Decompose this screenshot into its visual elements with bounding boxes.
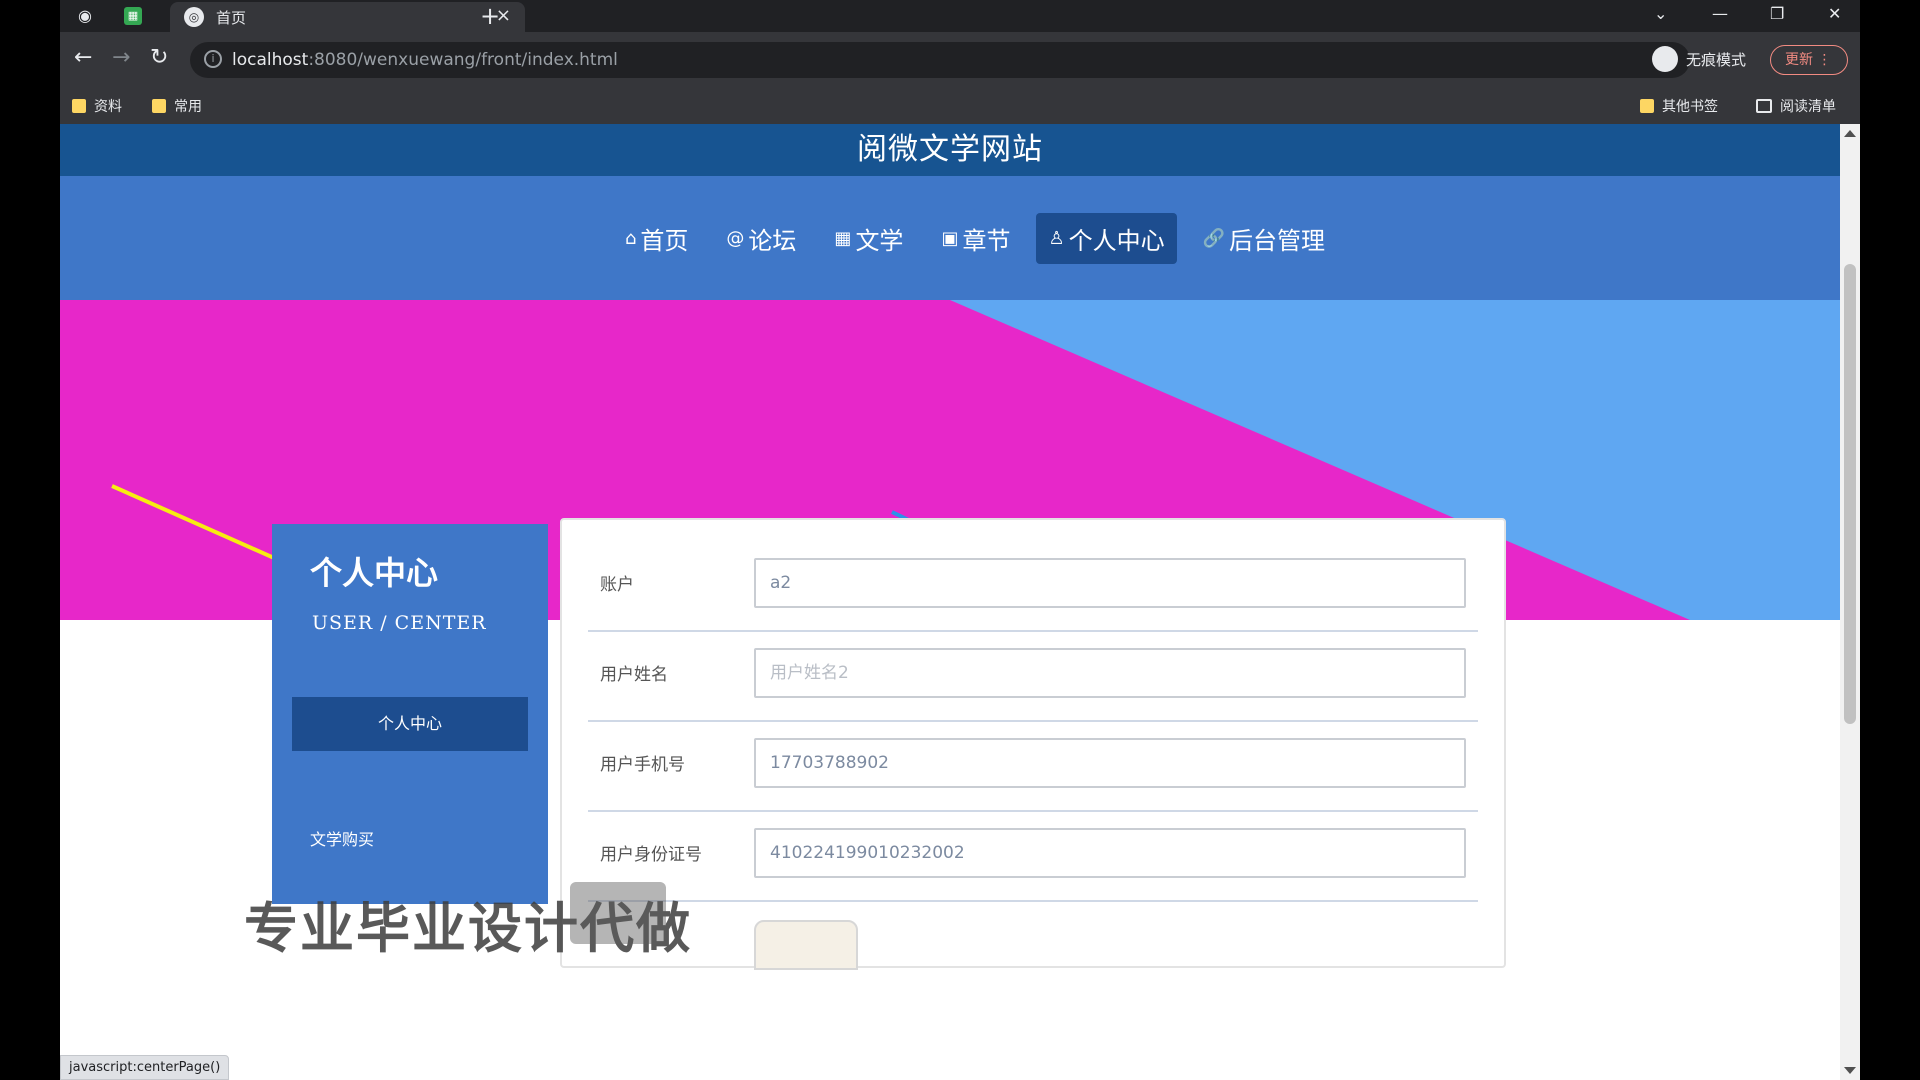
active-tab[interactable]: ◎ 首页 × [170, 2, 525, 32]
username-input[interactable]: 用户姓名2 [754, 648, 1466, 698]
bookmark-folder[interactable]: 资料 [72, 96, 122, 116]
field-label: 用户姓名 [600, 665, 668, 685]
incognito-icon [1652, 46, 1678, 72]
update-label: 更新 [1785, 52, 1813, 68]
tab-search-icon[interactable]: ⌄ [1654, 4, 1667, 23]
nav-label: 章节 [962, 226, 1011, 255]
status-bar: javascript:centerPage() [60, 1055, 230, 1080]
profile-form: 账户 a2 用户姓名 用户姓名2 用户手机号 17703788902 用户身份证… [560, 518, 1506, 970]
scroll-down-icon[interactable] [1844, 1067, 1856, 1074]
bookmark-folder[interactable]: 常用 [152, 96, 202, 116]
page-scrollbar[interactable] [1840, 124, 1860, 1080]
panel-subtitle: USER / CENTER [312, 612, 487, 634]
folder-icon [152, 99, 166, 113]
folder-icon [72, 99, 86, 113]
panel-title: 个人中心 [310, 554, 439, 592]
reading-list-label: 阅读清单 [1780, 99, 1836, 115]
nav-label: 个人中心 [1068, 226, 1165, 255]
bookmark-label: 常用 [174, 99, 202, 115]
browser-chrome: ◉ ▦ ◎ 首页 × + ⌄ — ❐ ✕ ← → ↻ i localhost:8… [60, 0, 1860, 124]
user-center-panel: 个人中心 USER / CENTER 个人中心 文学购买 [272, 524, 548, 904]
other-bookmarks[interactable]: 其他书签 [1640, 96, 1718, 116]
home-icon: ⌂ [624, 227, 637, 249]
user-icon: ♙ [1048, 227, 1065, 249]
link-icon: 🔗 [1202, 227, 1226, 249]
nav-admin[interactable]: 🔗 后台管理 [1191, 213, 1337, 264]
browser-toolbar: ← → ↻ i localhost:8080/wenxuewang/front/… [60, 32, 1860, 88]
info-icon[interactable]: i [204, 50, 222, 68]
tab-bar: ◉ ▦ ◎ 首页 × + ⌄ — ❐ ✕ [60, 0, 1860, 32]
reading-list-icon [1756, 99, 1772, 113]
field-label: 账户 [600, 575, 634, 595]
bookmarks-bar: 资料 常用 其他书签 阅读清单 [60, 88, 1860, 124]
image-icon: ▣ [941, 227, 959, 249]
nav-home[interactable]: ⌂ 首页 [613, 213, 700, 264]
account-input[interactable]: a2 [754, 558, 1466, 608]
scroll-up-icon[interactable] [1844, 130, 1856, 137]
nav-label: 文学 [855, 226, 904, 255]
back-icon[interactable]: ← [74, 44, 92, 72]
browser-menu-icon[interactable]: ◉ [74, 5, 96, 27]
globe-icon: ◎ [184, 7, 204, 27]
form-row-username: 用户姓名 用户姓名2 [588, 632, 1478, 722]
form-row-idcard: 用户身份证号 410224199010232002 [588, 812, 1478, 902]
id-card-input[interactable]: 410224199010232002 [754, 828, 1466, 878]
minimize-icon[interactable]: — [1712, 4, 1728, 23]
nav-label: 首页 [640, 226, 689, 255]
phone-input[interactable]: 17703788902 [754, 738, 1466, 788]
menu-item-literature-purchase[interactable]: 文学购买 [310, 826, 374, 850]
reload-icon[interactable]: ↻ [150, 44, 168, 72]
folder-icon [1640, 99, 1654, 113]
incognito-profile[interactable]: 无痕模式 [1652, 42, 1746, 76]
other-bookmarks-label: 其他书签 [1662, 99, 1718, 115]
at-icon: @ [726, 227, 745, 249]
form-row-account: 账户 a2 [588, 542, 1478, 632]
address-bar[interactable]: i localhost:8080/wenxuewang/front/index.… [190, 42, 1690, 78]
site-title: 阅微文学网站 [857, 132, 1043, 167]
reading-list[interactable]: 阅读清单 [1756, 96, 1836, 116]
main-nav: ⌂ 首页 @ 论坛 ▦ 文学 ▣ 章节 ♙ 个人中心 🔗 后台管理 [60, 176, 1840, 300]
screen: ◉ ▦ ◎ 首页 × + ⌄ — ❐ ✕ ← → ↻ i localhost:8… [0, 0, 1920, 1080]
url-text[interactable]: localhost:8080/wenxuewang/front/index.ht… [232, 50, 618, 70]
bookmark-label: 资料 [94, 99, 122, 115]
nav-user-center[interactable]: ♙ 个人中心 [1036, 212, 1177, 264]
forward-icon[interactable]: → [112, 44, 130, 72]
nav-forum[interactable]: @ 论坛 [714, 213, 808, 264]
update-button[interactable]: 更新 ⋮ [1770, 45, 1848, 75]
restore-icon[interactable]: ❐ [1770, 4, 1784, 23]
url-path: :8080/wenxuewang/front/index.html [308, 50, 618, 70]
field-label: 用户手机号 [600, 755, 685, 775]
url-host: localhost [232, 50, 309, 70]
menu-item-user-center[interactable]: 个人中心 [292, 697, 528, 751]
form-row-phone: 用户手机号 17703788902 [588, 722, 1478, 812]
avatar-upload[interactable] [754, 920, 858, 970]
grid-icon: ▦ [834, 227, 852, 249]
nav-label: 论坛 [748, 226, 797, 255]
nav-label: 后台管理 [1229, 226, 1326, 255]
close-window-icon[interactable]: ✕ [1828, 4, 1841, 23]
site-header: 阅微文学网站 [60, 124, 1840, 176]
tab-title: 首页 [216, 9, 247, 27]
watermark-mosaic [570, 882, 666, 944]
nav-literature[interactable]: ▦ 文学 [822, 213, 915, 264]
nav-chapter[interactable]: ▣ 章节 [929, 213, 1022, 264]
profile-label: 无痕模式 [1686, 50, 1747, 69]
sheet-tab-icon[interactable]: ▦ [124, 7, 142, 25]
new-tab-button[interactable]: + [480, 2, 500, 30]
field-label: 用户身份证号 [600, 845, 702, 865]
scroll-thumb[interactable] [1844, 264, 1856, 724]
